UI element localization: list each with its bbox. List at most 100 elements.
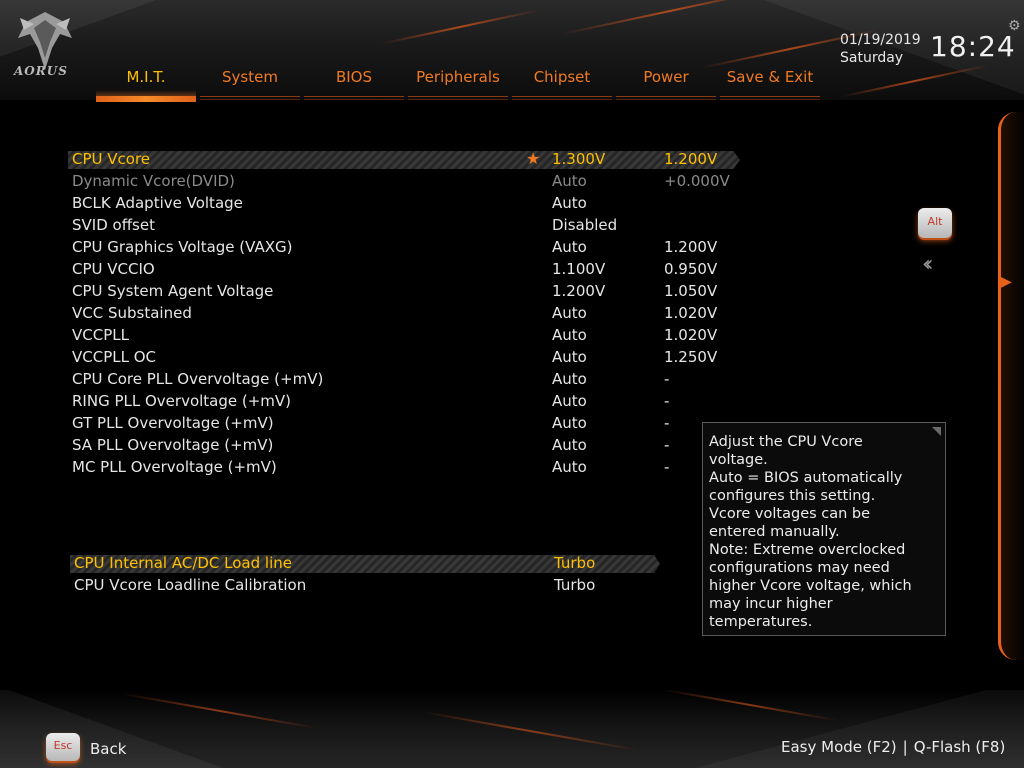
current-value: - [664, 436, 670, 454]
qflash-button[interactable]: Q-Flash (F8) [914, 738, 1006, 756]
weekday-text: Saturday [840, 50, 904, 66]
setting-value: Turbo [554, 554, 596, 572]
setting-row-vccpll[interactable]: VCCPLL Auto 1.020V [72, 324, 752, 346]
tab-save-exit[interactable]: Save & Exit [720, 66, 820, 100]
setting-row-internal-acdc-loadline[interactable]: CPU Internal AC/DC Load line Turbo [74, 552, 674, 574]
setting-label: CPU Graphics Voltage (VAXG) [72, 238, 293, 256]
setting-row-vcore-loadline-calibration[interactable]: CPU Vcore Loadline Calibration Turbo [74, 574, 674, 596]
setting-row-system-agent-voltage[interactable]: CPU System Agent Voltage 1.200V 1.050V [72, 280, 752, 302]
easy-mode-button[interactable]: Easy Mode (F2) [781, 738, 897, 756]
double-chevron-left-icon[interactable]: ‹‹ [922, 252, 933, 277]
setting-row-sa-pll-overvoltage[interactable]: SA PLL Overvoltage (+mV) Auto - [72, 434, 752, 456]
setting-label: SVID offset [72, 216, 155, 234]
setting-label: CPU System Agent Voltage [72, 282, 274, 300]
setting-value: Auto [552, 414, 587, 432]
star-icon: ★ [526, 149, 541, 168]
brand-logo-text: AORUS [14, 64, 68, 78]
tab-bios[interactable]: BIOS [304, 66, 404, 100]
setting-value: Auto [552, 458, 587, 476]
setting-label: CPU Vcore Loadline Calibration [74, 576, 307, 594]
help-text: Adjust the CPU Vcore voltage. Auto = BIO… [709, 433, 941, 631]
help-panel: Adjust the CPU Vcore voltage. Auto = BIO… [702, 422, 946, 636]
setting-row-vcc-substained[interactable]: VCC Substained Auto 1.020V [72, 302, 752, 324]
setting-row-cpu-graphics-voltage[interactable]: CPU Graphics Voltage (VAXG) Auto 1.200V [72, 236, 752, 258]
help-line: configurations may need [709, 560, 890, 576]
setting-label: SA PLL Overvoltage (+mV) [72, 436, 274, 454]
setting-value: Auto [552, 370, 587, 388]
setting-value: Auto [552, 172, 587, 190]
esc-key-button[interactable]: Esc [46, 733, 80, 761]
setting-row-dynamic-vcore: Dynamic Vcore(DVID) Auto +0.000V [72, 170, 752, 192]
current-value: - [664, 414, 670, 432]
setting-value: Auto [552, 304, 587, 322]
help-line: Auto = BIOS automatically [709, 470, 903, 486]
setting-label: VCCPLL OC [72, 348, 157, 366]
setting-label: VCC Substained [72, 304, 192, 322]
current-value: - [664, 392, 670, 410]
setting-value: Auto [552, 348, 587, 366]
setting-label: CPU Internal AC/DC Load line [74, 554, 292, 572]
tab-chipset[interactable]: Chipset [512, 66, 612, 100]
setting-value: Auto [552, 194, 587, 212]
setting-value: Auto [552, 392, 587, 410]
setting-row-mc-pll-overvoltage[interactable]: MC PLL Overvoltage (+mV) Auto - [72, 456, 752, 478]
setting-label: CPU Core PLL Overvoltage (+mV) [72, 370, 324, 388]
setting-row-svid-offset[interactable]: SVID offset Disabled [72, 214, 752, 236]
date-display: 01/19/2019 Saturday [840, 31, 921, 67]
back-button[interactable]: Back [90, 740, 126, 758]
setting-label: VCCPLL [72, 326, 129, 344]
loadline-settings-list: CPU Internal AC/DC Load line Turbo CPU V… [74, 552, 674, 596]
current-value: - [664, 458, 670, 476]
setting-row-gt-pll-overvoltage[interactable]: GT PLL Overvoltage (+mV) Auto - [72, 412, 752, 434]
help-line: Vcore voltages can be [709, 506, 871, 522]
gear-icon[interactable]: ⚙ [1008, 18, 1021, 34]
setting-value: Auto [552, 238, 587, 256]
help-line: may incur higher [709, 596, 833, 612]
setting-label: Dynamic Vcore(DVID) [72, 172, 235, 190]
tab-mit[interactable]: M.I.T. [96, 66, 196, 102]
alt-key-button[interactable]: Alt [918, 208, 952, 238]
clock: 18:24 [930, 30, 1016, 63]
setting-label: CPU VCCIO [72, 260, 155, 278]
current-value: - [664, 370, 670, 388]
setting-label: GT PLL Overvoltage (+mV) [72, 414, 274, 432]
setting-row-ring-pll-overvoltage[interactable]: RING PLL Overvoltage (+mV) Auto - [72, 390, 752, 412]
setting-row-core-pll-overvoltage[interactable]: CPU Core PLL Overvoltage (+mV) Auto - [72, 368, 752, 390]
setting-value: 1.200V [552, 282, 606, 300]
date-text: 01/19/2019 [840, 32, 921, 48]
setting-row-vccpll-oc[interactable]: VCCPLL OC Auto 1.250V [72, 346, 752, 368]
help-line: Note: Extreme overclocked [709, 542, 906, 558]
setting-row-cpu-vccio[interactable]: CPU VCCIO 1.100V 0.950V [72, 258, 752, 280]
tab-peripherals[interactable]: Peripherals [408, 66, 508, 100]
footer-shortcuts: Easy Mode (F2) | Q-Flash (F8) [781, 738, 1005, 756]
help-line: entered manually. [709, 524, 840, 540]
chevron-right-icon: ▶ [1001, 274, 1012, 290]
tab-power[interactable]: Power [616, 66, 716, 100]
current-value: 1.020V [664, 326, 718, 344]
footer-separator: | [902, 738, 908, 756]
current-value: 1.020V [664, 304, 718, 322]
current-value: 1.050V [664, 282, 718, 300]
setting-row-bclk-adaptive[interactable]: BCLK Adaptive Voltage Auto [72, 192, 752, 214]
setting-value: Disabled [552, 216, 618, 234]
setting-value: Turbo [554, 576, 596, 594]
setting-value: 1.300V [552, 150, 606, 168]
setting-label: MC PLL Overvoltage (+mV) [72, 458, 277, 476]
footer-decoration [0, 690, 1024, 768]
current-value: +0.000V [664, 172, 730, 190]
current-value: 1.200V [664, 238, 718, 256]
help-line: temperatures. [709, 614, 813, 630]
setting-value: Auto [552, 436, 587, 454]
setting-row-cpu-vcore[interactable]: CPU Vcore ★ 1.300V 1.200V [72, 148, 752, 170]
help-line: voltage. [709, 452, 768, 468]
setting-value: Auto [552, 326, 587, 344]
help-line: higher Vcore voltage, which [709, 578, 912, 594]
setting-value: 1.100V [552, 260, 606, 278]
help-line: configures this setting. [709, 488, 876, 504]
side-panel-toggle[interactable]: ▶ [998, 112, 1024, 660]
setting-label: RING PLL Overvoltage (+mV) [72, 392, 292, 410]
setting-label: BCLK Adaptive Voltage [72, 194, 243, 212]
help-line: Adjust the CPU Vcore [709, 434, 863, 450]
voltage-settings-list: CPU Vcore ★ 1.300V 1.200V Dynamic Vcore(… [72, 148, 752, 478]
tab-system[interactable]: System [200, 66, 300, 100]
